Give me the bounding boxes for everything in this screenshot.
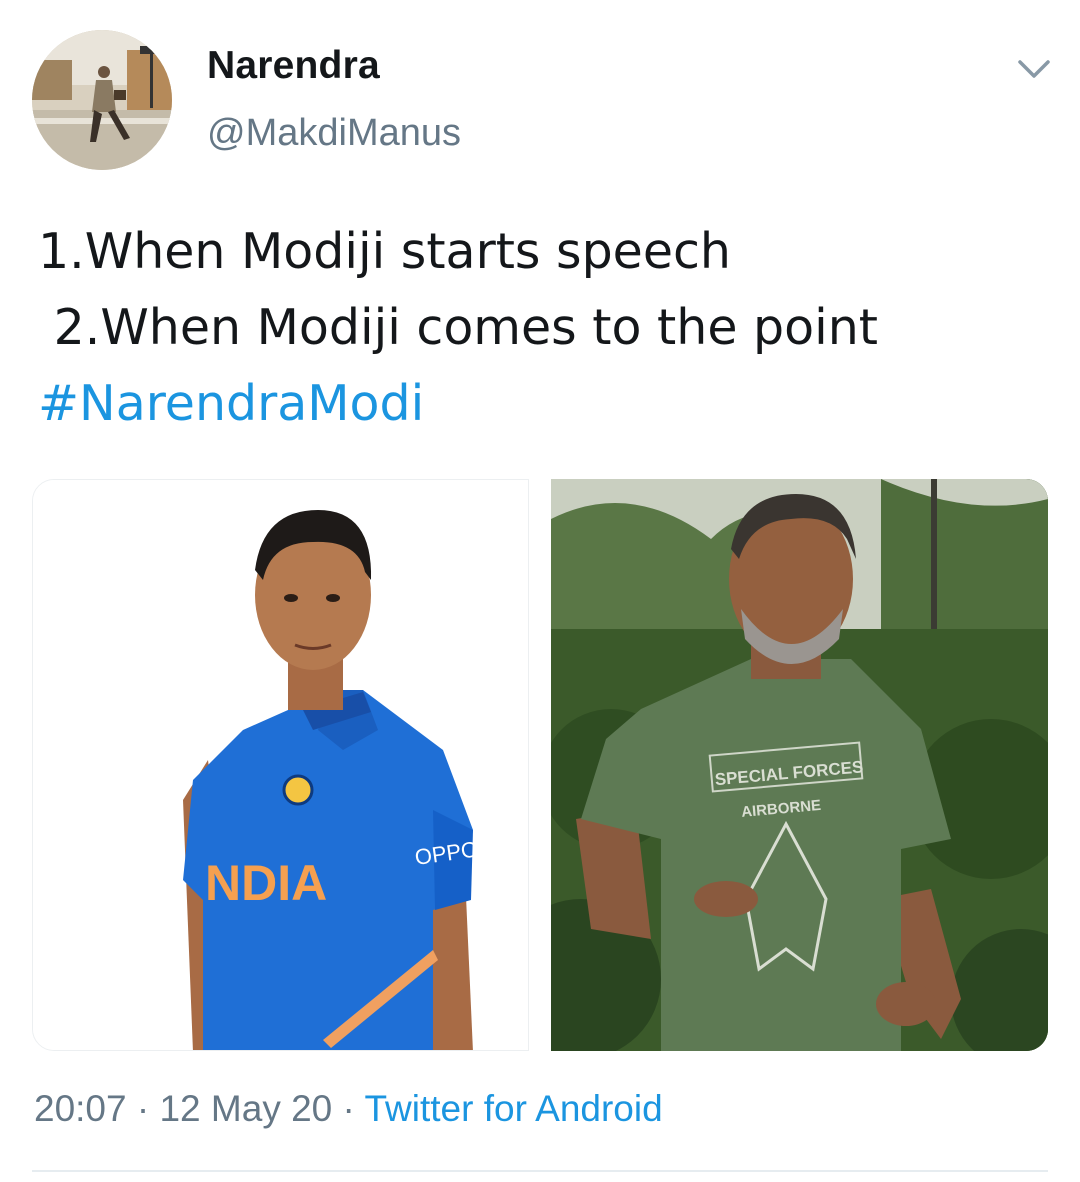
display-name[interactable]: Narendra — [207, 44, 380, 88]
tweet-line-2: 2.When Modiji comes to the point — [38, 299, 879, 356]
chevron-down-icon[interactable] — [1014, 52, 1054, 86]
outdoor-photo-image: SPECIAL FORCES AIRBORNE — [551, 479, 1048, 1051]
jersey-text: NDIA — [205, 855, 327, 911]
tweet-card: Narendra @MakdiManus 1.When Modiji start… — [0, 0, 1080, 1182]
divider — [32, 1170, 1048, 1172]
avatar[interactable] — [32, 30, 172, 170]
tweet-text: 1.When Modiji starts speech 2.When Modij… — [38, 214, 1048, 442]
hashtag-link[interactable]: #NarendraModi — [38, 366, 1048, 442]
cricket-player-image: NDIA OPPO — [33, 480, 528, 1050]
media-image-left[interactable]: NDIA OPPO — [32, 479, 529, 1051]
tweet-date[interactable]: 12 May 20 — [159, 1088, 332, 1129]
tweet-line-1: 1.When Modiji starts speech — [38, 223, 731, 280]
meta-separator: · — [126, 1088, 160, 1129]
tweet-source-link[interactable]: Twitter for Android — [364, 1088, 662, 1129]
user-handle[interactable]: @MakdiManus — [207, 112, 461, 155]
tweet-time[interactable]: 20:07 — [34, 1088, 127, 1129]
meta-separator: · — [332, 1088, 365, 1129]
avatar-photo — [32, 30, 172, 170]
media-grid: NDIA OPPO SPECIAL FORCES AIRBORNE — [32, 479, 1048, 1051]
tweet-meta: 20:07 · 12 May 20 · Twitter for Android — [34, 1088, 663, 1130]
media-image-right[interactable]: SPECIAL FORCES AIRBORNE — [551, 479, 1048, 1051]
